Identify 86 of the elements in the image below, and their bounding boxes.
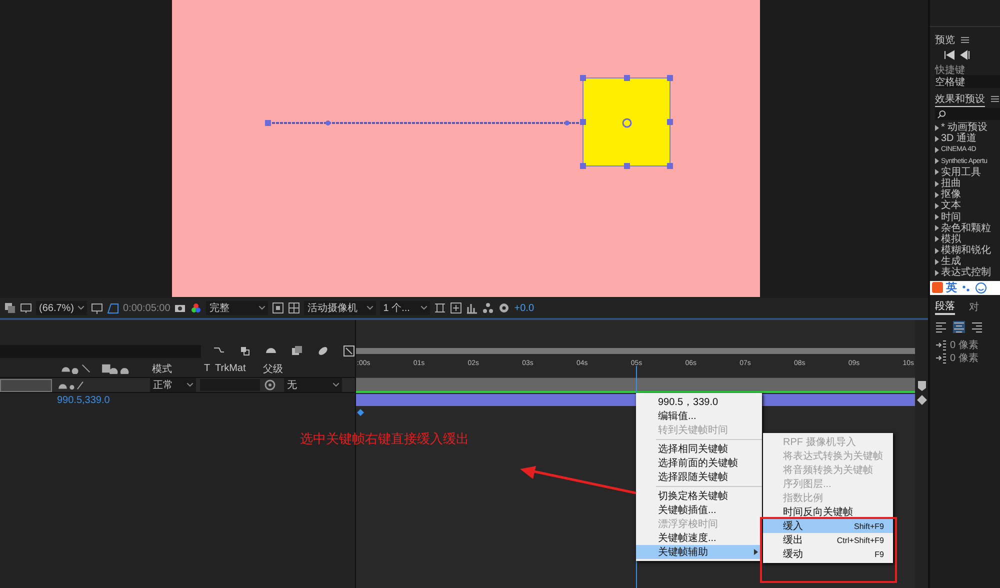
layout-icon[interactable] bbox=[434, 302, 446, 314]
menu-icon[interactable] bbox=[991, 96, 999, 102]
menu-item[interactable]: 选择前面的关键帧 bbox=[636, 456, 762, 470]
column-header: 模式 bbox=[152, 362, 172, 376]
submenu-arrow-icon bbox=[754, 549, 758, 555]
effect-category[interactable]: 扭曲 bbox=[941, 178, 961, 190]
parent-dropdown[interactable]: 无 bbox=[284, 378, 342, 392]
annotation-text: 选中关键帧右键直接缓入缓出 bbox=[300, 430, 469, 448]
layers-icon[interactable] bbox=[4, 302, 16, 314]
column-header: TrkMat bbox=[215, 363, 246, 374]
effect-category[interactable]: 抠像 bbox=[941, 189, 961, 200]
exposure-value[interactable]: +0.0 bbox=[514, 302, 534, 314]
menu-icon[interactable] bbox=[961, 37, 969, 43]
first-frame-icon[interactable] bbox=[943, 49, 955, 61]
menu-item[interactable]: 关键帧速度... bbox=[636, 531, 762, 545]
menu-item[interactable]: 关键帧辅助 bbox=[636, 545, 762, 559]
previous-frame-icon[interactable] bbox=[959, 49, 971, 61]
timecode[interactable]: 0:00:05:00 bbox=[123, 302, 170, 314]
effect-category[interactable]: 时间 bbox=[941, 212, 961, 223]
effect-category[interactable]: 杂色和颗粒 bbox=[941, 222, 991, 234]
menu-item[interactable]: 选择跟随关键帧 bbox=[636, 470, 762, 484]
caret-icon bbox=[187, 383, 193, 387]
menu-item[interactable]: 缓动 F9 bbox=[763, 547, 893, 561]
effect-category[interactable]: 模糊和锐化 bbox=[941, 245, 991, 256]
smiley-icon[interactable] bbox=[975, 282, 987, 294]
color-channels-icon[interactable] bbox=[190, 302, 202, 314]
search-icon bbox=[937, 110, 946, 118]
export-frame-icon[interactable] bbox=[450, 302, 462, 314]
caret-icon bbox=[333, 383, 339, 387]
effect-category[interactable]: 模拟 bbox=[941, 234, 961, 246]
settings-icon[interactable] bbox=[498, 302, 510, 314]
graph-editor-icon[interactable] bbox=[343, 345, 355, 357]
panel-title[interactable]: 效果和预设 bbox=[935, 92, 985, 106]
effect-category[interactable]: 文本 bbox=[941, 200, 961, 212]
effect-category[interactable]: * 动画预设 bbox=[941, 122, 988, 134]
caret-icon bbox=[367, 306, 374, 310]
effect-category[interactable]: 生成 bbox=[941, 256, 961, 268]
align-center-icon[interactable] bbox=[953, 320, 965, 333]
menu-item[interactable]: 切换定格关键帧 bbox=[636, 489, 762, 503]
chart-icon[interactable] bbox=[466, 302, 478, 314]
layer-name-cell[interactable] bbox=[0, 378, 52, 392]
camera-icon[interactable] bbox=[174, 302, 186, 314]
zoom-dropdown[interactable]: (66.7%) bbox=[36, 301, 88, 315]
keyframe-icon[interactable] bbox=[357, 409, 364, 416]
menu-item[interactable]: 990.5，339.0 bbox=[636, 395, 762, 409]
panel-tab[interactable]: 段落 bbox=[935, 298, 955, 315]
align-left-icon[interactable] bbox=[935, 320, 947, 333]
panel-tab[interactable]: 对 bbox=[969, 300, 979, 314]
menu-item[interactable]: 缓入 Shift+F9 bbox=[763, 519, 893, 533]
column-header: T bbox=[204, 363, 210, 374]
indent-icon bbox=[935, 339, 947, 352]
indent-value[interactable]: 0 像素 bbox=[950, 351, 978, 366]
shortcut-label: 快捷键 bbox=[935, 64, 966, 75]
frame-blend-icon[interactable] bbox=[291, 345, 303, 357]
panel-title[interactable]: 预览 bbox=[935, 33, 955, 47]
marker-icon[interactable] bbox=[916, 380, 928, 392]
menu-item[interactable]: 编辑值... bbox=[636, 409, 762, 423]
region-icon[interactable] bbox=[272, 302, 284, 314]
indent-value[interactable]: 0 像素 bbox=[950, 338, 978, 352]
column-header: 父级 bbox=[263, 362, 283, 376]
sogou-logo-icon bbox=[932, 282, 943, 294]
menu-item[interactable]: 时间反向关键帧 bbox=[763, 505, 893, 519]
input-method-bar[interactable]: 英 bbox=[930, 280, 1000, 295]
resolution-dropdown[interactable]: 完整 bbox=[206, 301, 268, 315]
menu-item[interactable]: 缓出 Ctrl+Shift+F9 bbox=[763, 533, 893, 547]
monitor-icon[interactable] bbox=[20, 302, 32, 314]
effects-search-field[interactable] bbox=[935, 108, 1000, 120]
effect-category[interactable]: 实用工具 bbox=[941, 166, 981, 178]
views-dropdown[interactable]: 1 个... bbox=[380, 301, 430, 315]
menu-item[interactable]: 关键帧插值... bbox=[636, 503, 762, 517]
input-mode-label[interactable]: 英 bbox=[946, 280, 957, 296]
position-value[interactable]: 990.5,339.0 bbox=[57, 394, 110, 406]
layer-switches-icon[interactable] bbox=[56, 380, 86, 390]
menu-item[interactable]: 选择相同关键帧 bbox=[636, 442, 762, 456]
shortcut-dropdown[interactable]: 空格键 bbox=[935, 75, 1000, 88]
effect-category[interactable]: 3D 通道 bbox=[941, 133, 977, 144]
blend-mode-dropdown[interactable]: 正常 bbox=[150, 378, 196, 392]
square-layer[interactable] bbox=[580, 75, 673, 169]
camera-dropdown[interactable]: 活动摄像机 bbox=[304, 301, 376, 315]
indent-icon bbox=[935, 352, 947, 364]
caret-icon bbox=[259, 306, 266, 310]
transparency-grid-icon[interactable] bbox=[288, 302, 300, 314]
caret-icon bbox=[78, 306, 84, 310]
align-right-icon[interactable] bbox=[971, 320, 983, 333]
caret-icon bbox=[421, 306, 428, 310]
effect-category[interactable]: 表达式控制 bbox=[941, 267, 991, 279]
